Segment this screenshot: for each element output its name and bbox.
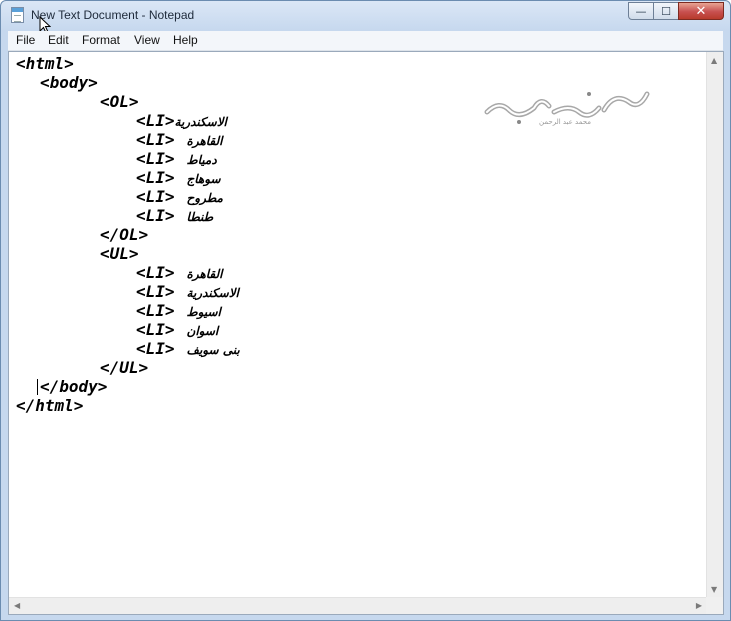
notepad-icon[interactable] — [11, 7, 24, 23]
code-line: <html> — [16, 54, 74, 73]
close-button[interactable]: ✕ — [678, 2, 724, 20]
menu-format[interactable]: Format — [82, 33, 120, 47]
code-tag: <html> — [16, 54, 74, 73]
code-line: </body> — [40, 377, 107, 396]
code-line: </UL> — [100, 358, 148, 377]
code-tag: <LI> — [136, 187, 175, 206]
list-item-text: الاسكندرية — [186, 286, 239, 300]
code-line: <LI> بنى سويف — [136, 339, 240, 360]
list-item-text: سوهاج — [186, 172, 221, 186]
code-tag: <LI> — [136, 320, 175, 339]
code-tag: <LI> — [136, 149, 175, 168]
menu-bar: File Edit Format View Help — [8, 31, 723, 51]
code-line: <LI>الاسكندرية — [136, 111, 227, 132]
list-item-text: دمياط — [186, 153, 217, 167]
code-line: <LI> اسوان — [136, 320, 218, 341]
code-tag: <LI> — [136, 301, 175, 320]
scroll-up-icon[interactable]: ▲ — [711, 57, 717, 65]
text-caret — [37, 379, 38, 395]
vertical-scrollbar[interactable]: ▲ ▼ — [706, 52, 723, 599]
code-line: <LI> القاهرة — [136, 130, 222, 151]
code-line: </OL> — [100, 225, 148, 244]
code-line: <LI> القاهرة — [136, 263, 222, 284]
menu-help[interactable]: Help — [173, 33, 198, 47]
code-tag: </body> — [40, 377, 108, 396]
code-line: <LI> الاسكندرية — [136, 282, 239, 303]
menu-file[interactable]: File — [16, 33, 35, 47]
window-controls: — ☐ ✕ — [628, 2, 724, 20]
list-item-text: اسيوط — [186, 305, 221, 319]
code-line: <LI> مطروح — [136, 187, 223, 208]
code-line: <LI> طنطا — [136, 206, 213, 227]
code-tag: </html> — [16, 396, 84, 415]
code-line: <OL> — [100, 92, 139, 111]
code-tag: </UL> — [100, 358, 149, 377]
code-tag: <LI> — [136, 263, 175, 282]
code-tag: <LI> — [136, 339, 175, 358]
scroll-down-icon[interactable]: ▼ — [711, 586, 717, 594]
minimize-button[interactable]: — — [628, 2, 654, 20]
list-item-text: اسوان — [186, 324, 219, 338]
text-area[interactable]: محمد عبد الرحمن <html> <body> <OL> <LI>ا… — [8, 51, 724, 615]
list-item-text: الاسكندرية — [174, 115, 227, 129]
window-title: New Text Document - Notepad — [31, 8, 195, 22]
resize-grip[interactable] — [706, 597, 723, 614]
list-item-text: مطروح — [186, 191, 223, 205]
horizontal-scrollbar[interactable]: ◀ ▶ — [9, 597, 707, 614]
scroll-right-icon[interactable]: ▶ — [696, 602, 702, 610]
code-tag: </OL> — [100, 225, 149, 244]
code-tag: <LI> — [136, 130, 175, 149]
list-item-text: القاهرة — [186, 134, 223, 148]
code-line: <LI> سوهاج — [136, 168, 221, 189]
code-line: <LI> دمياط — [136, 149, 217, 170]
code-line: </html> — [16, 396, 83, 415]
list-item-text: القاهرة — [186, 267, 223, 281]
editor-content[interactable]: محمد عبد الرحمن <html> <body> <OL> <LI>ا… — [9, 52, 707, 599]
list-item-text: بنى سويف — [186, 343, 240, 357]
code-tag: <OL> — [100, 92, 139, 111]
code-tag: <LI> — [136, 282, 175, 301]
watermark-logo: محمد عبد الرحمن — [479, 82, 659, 136]
menu-view[interactable]: View — [134, 33, 160, 47]
code-tag: <body> — [40, 73, 98, 92]
watermark-text: محمد عبد الرحمن — [539, 118, 592, 126]
code-line: <LI> اسيوط — [136, 301, 221, 322]
code-line: <UL> — [100, 244, 139, 263]
maximize-button[interactable]: ☐ — [653, 2, 679, 20]
scroll-left-icon[interactable]: ◀ — [14, 602, 20, 610]
code-tag: <UL> — [100, 244, 139, 263]
notepad-window: New Text Document - Notepad — ☐ ✕ File E… — [0, 0, 731, 621]
code-tag: <LI> — [136, 168, 175, 187]
menu-edit[interactable]: Edit — [48, 33, 69, 47]
title-bar[interactable]: New Text Document - Notepad — ☐ ✕ — [1, 1, 730, 34]
code-line: <body> — [40, 73, 98, 92]
code-tag: <LI> — [136, 111, 175, 130]
list-item-text: طنطا — [186, 210, 214, 224]
code-tag: <LI> — [136, 206, 175, 225]
